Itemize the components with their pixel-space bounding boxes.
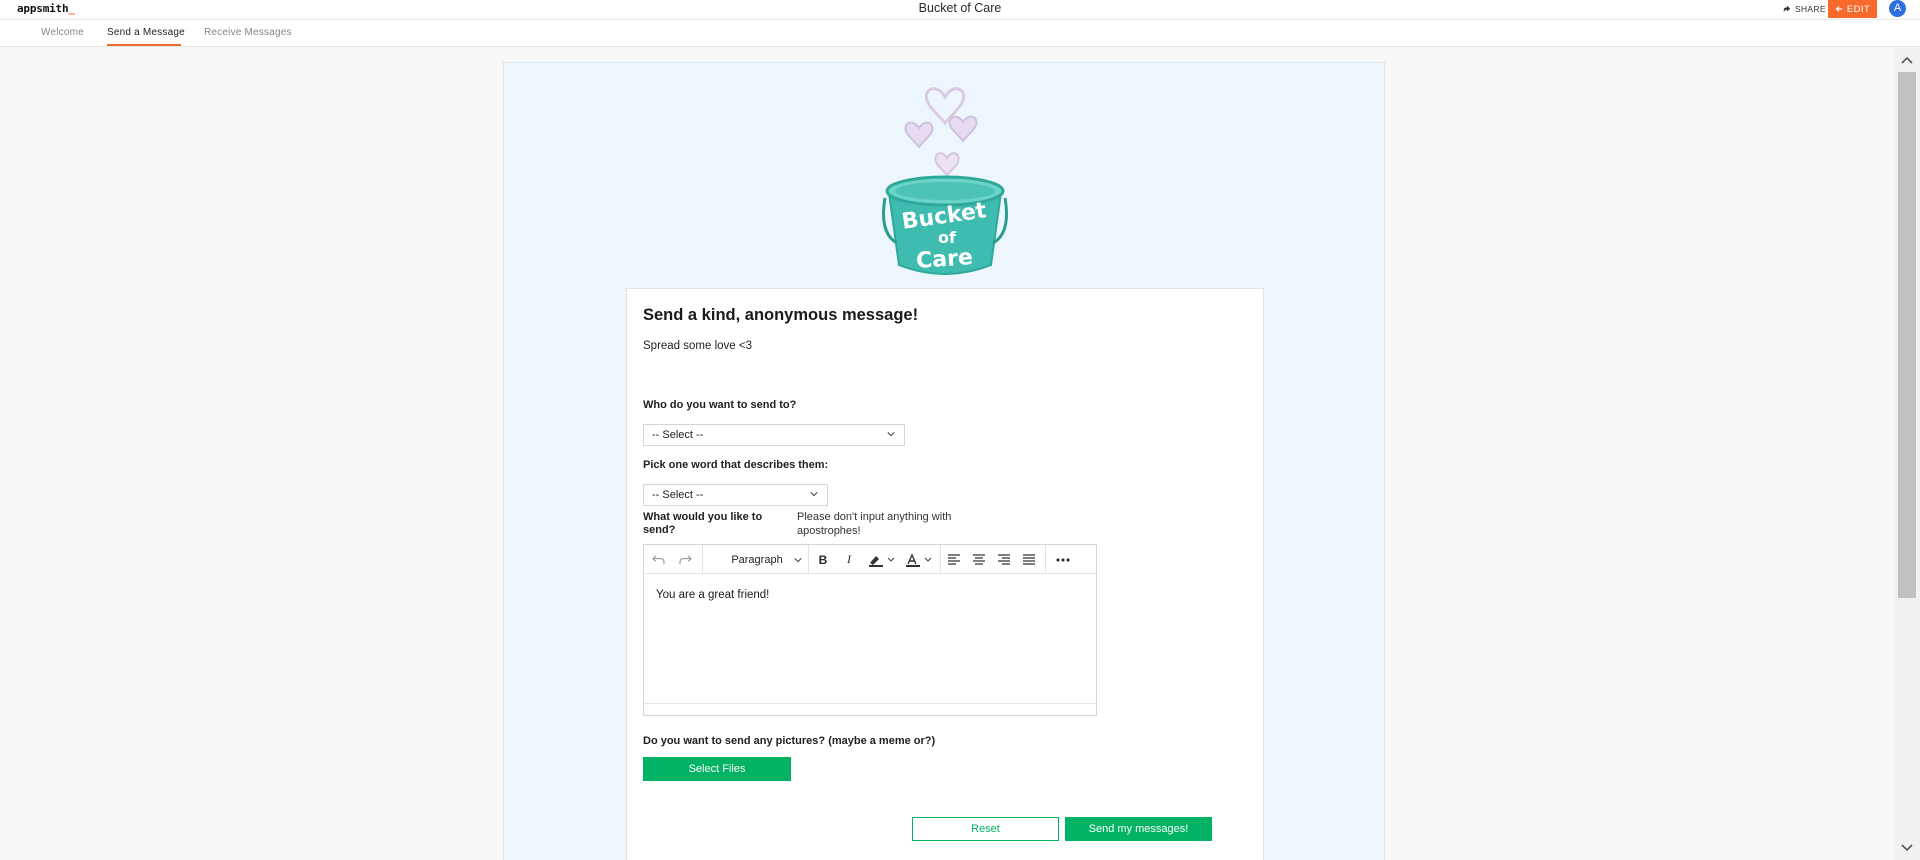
svg-text:Care: Care [915, 245, 973, 274]
edit-label: EDIT [1846, 3, 1871, 15]
tab-send-a-message[interactable]: Send a Message [107, 27, 185, 38]
scroll-down-icon[interactable] [1900, 842, 1914, 854]
message-editor-content[interactable]: You are a great friend! [656, 589, 769, 601]
toolbar-divider [808, 545, 809, 573]
share-label: SHARE [1795, 4, 1826, 14]
block-format-dropdown[interactable]: Paragraph [706, 552, 808, 567]
page-tabs: Welcome Send a Message Receive Messages [0, 20, 1920, 47]
undo-icon[interactable] [650, 552, 666, 567]
recipient-select-value: -- Select -- [652, 429, 704, 441]
align-center-icon[interactable] [971, 552, 987, 567]
user-avatar[interactable]: A [1889, 0, 1906, 17]
arrow-left-icon [1835, 6, 1843, 12]
recipient-select[interactable]: -- Select -- [643, 424, 905, 446]
reset-button[interactable]: Reset [912, 817, 1059, 841]
pictures-label: Do you want to send any pictures? (maybe… [643, 735, 936, 747]
message-label: What would you like to send? [643, 511, 763, 536]
form-subheading: Spread some love <3 [643, 340, 752, 352]
recipient-label: Who do you want to send to? [643, 399, 797, 411]
bucket-of-care-logo: Bucket of Care [882, 87, 1008, 275]
align-justify-icon[interactable] [1021, 552, 1037, 567]
descriptor-label: Pick one word that describes them: [643, 459, 829, 471]
app-header: appsmith_ Bucket of Care SHARE EDIT A [0, 0, 1920, 20]
heart-icon [948, 115, 978, 143]
redo-icon[interactable] [677, 552, 693, 567]
align-left-icon[interactable] [946, 552, 962, 567]
toolbar-divider [940, 545, 941, 573]
descriptor-select-value: -- Select -- [652, 489, 704, 501]
editor-toolbar: Paragraph B I [644, 545, 1096, 574]
bold-icon[interactable]: B [815, 552, 831, 567]
editor-statusbar [644, 703, 1096, 715]
message-form: Send a kind, anonymous message! Spread s… [626, 288, 1264, 860]
more-options-icon[interactable] [1054, 552, 1072, 567]
chevron-down-icon [810, 492, 818, 497]
toolbar-divider [702, 545, 703, 573]
descriptor-select[interactable]: -- Select -- [643, 484, 828, 506]
svg-text:of: of [938, 228, 957, 247]
toolbar-divider [1045, 545, 1046, 573]
share-button[interactable]: SHARE [1783, 4, 1826, 14]
scrollbar-thumb[interactable] [1898, 72, 1916, 598]
apostrophe-warning: Please don't input anything with apostro… [797, 511, 952, 537]
tab-receive-messages[interactable]: Receive Messages [204, 27, 292, 38]
block-format-value: Paragraph [731, 553, 783, 566]
text-color-icon[interactable] [902, 552, 936, 567]
share-icon [1783, 5, 1791, 13]
tab-welcome[interactable]: Welcome [41, 27, 84, 38]
heart-icon [934, 152, 960, 177]
edit-button[interactable]: EDIT [1828, 0, 1877, 18]
form-heading: Send a kind, anonymous message! [643, 306, 919, 324]
main-container: Bucket of Care Send a kind, anonymous me… [503, 62, 1385, 860]
app-title: Bucket of Care [918, 1, 1002, 15]
send-messages-button[interactable]: Send my messages! [1065, 817, 1212, 841]
italic-icon[interactable]: I [841, 552, 857, 567]
message-editor[interactable]: Paragraph B I You are a great friend! [643, 544, 1097, 716]
select-files-button[interactable]: Select Files [643, 757, 791, 781]
align-right-icon[interactable] [996, 552, 1012, 567]
chevron-down-icon [794, 558, 802, 563]
active-tab-indicator [107, 44, 181, 46]
heart-icon [904, 121, 934, 149]
scroll-up-icon[interactable] [1900, 54, 1914, 66]
highlight-color-icon[interactable] [865, 552, 899, 567]
chevron-down-icon [887, 432, 895, 437]
